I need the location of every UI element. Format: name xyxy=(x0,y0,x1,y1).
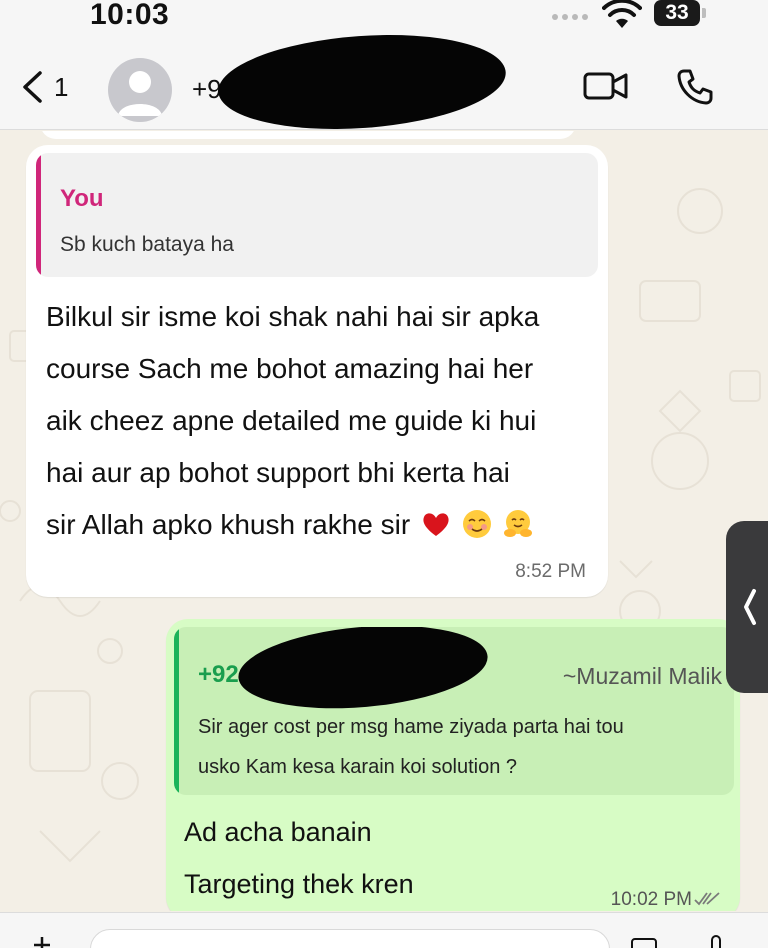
message-line: hai aur ap bohot support bhi kerta hai xyxy=(46,457,510,488)
chat-header: 1 +92 311 xyxy=(0,26,768,138)
battery-cap xyxy=(702,8,706,18)
quote-text: Sir ager cost per msg hame ziyada parta … xyxy=(198,707,718,787)
video-call-icon[interactable] xyxy=(582,68,630,104)
message-line: aik cheez apne detailed me guide ki hui xyxy=(46,405,537,436)
double-check-icon xyxy=(694,892,720,906)
smiling-face-icon xyxy=(462,510,491,538)
quoted-reply[interactable]: You Sb kuch bataya ha xyxy=(36,153,598,277)
message-line: course Sach me bohot amazing hai her xyxy=(46,353,534,384)
back-button[interactable]: 1 xyxy=(20,70,68,104)
quote-accent-bar xyxy=(174,627,179,795)
chevron-left-icon xyxy=(744,589,756,625)
message-line-last: sir Allah apko khush rakhe sir xyxy=(46,499,594,551)
avatar[interactable] xyxy=(108,58,172,122)
person-icon xyxy=(118,71,162,116)
quote-line: usko Kam kesa karain koi solution ? xyxy=(198,756,518,778)
microphone-icon[interactable] xyxy=(706,935,726,948)
message-line: Ad acha banain xyxy=(184,817,372,847)
status-time: 10:03 xyxy=(90,0,170,31)
redaction-scribble xyxy=(234,627,492,718)
quote-group-name: ~Muzamil Malik xyxy=(562,663,722,689)
redaction-scribble xyxy=(215,26,509,138)
composer-bar xyxy=(0,912,768,948)
chat-area[interactable]: You Sb kuch bataya ha Bilkul sir isme ko… xyxy=(0,131,768,911)
wifi-icon xyxy=(602,0,642,28)
phone-icon[interactable] xyxy=(676,68,714,106)
message-line: Bilkul sir isme koi shak nahi hai sir ap… xyxy=(46,301,540,332)
hugging-face-icon xyxy=(503,510,532,537)
message-input[interactable] xyxy=(90,929,610,948)
plus-icon[interactable] xyxy=(32,935,52,948)
quote-accent-bar xyxy=(36,153,41,277)
message-time: 10:02 PM xyxy=(610,889,692,910)
red-heart-icon xyxy=(423,513,449,536)
message-text: Bilkul sir isme koi shak nahi hai sir ap… xyxy=(46,291,594,551)
quoted-reply[interactable]: +92 31 ~Muzamil Malik Sir ager cost per … xyxy=(174,627,734,795)
chevron-left-icon xyxy=(23,71,42,103)
unread-count: 1 xyxy=(54,71,69,102)
incoming-message[interactable]: You Sb kuch bataya ha Bilkul sir isme ko… xyxy=(26,145,608,597)
quote-author: You xyxy=(60,185,104,212)
battery-icon: 33 xyxy=(654,0,700,26)
quote-line: Sir ager cost per msg hame ziyada parta … xyxy=(198,716,624,738)
camera-icon[interactable] xyxy=(630,935,658,948)
message-line: sir Allah apko khush rakhe sir xyxy=(46,509,411,540)
cellular-signal-icon xyxy=(552,14,588,20)
quote-text: Sb kuch bataya ha xyxy=(60,233,234,256)
previous-message-bubble xyxy=(40,131,576,139)
side-panel-handle[interactable] xyxy=(726,521,768,693)
outgoing-message[interactable]: +92 31 ~Muzamil Malik Sir ager cost per … xyxy=(166,619,740,911)
message-line: Targeting thek kren xyxy=(184,869,414,899)
message-time: 8:52 PM xyxy=(515,561,586,582)
